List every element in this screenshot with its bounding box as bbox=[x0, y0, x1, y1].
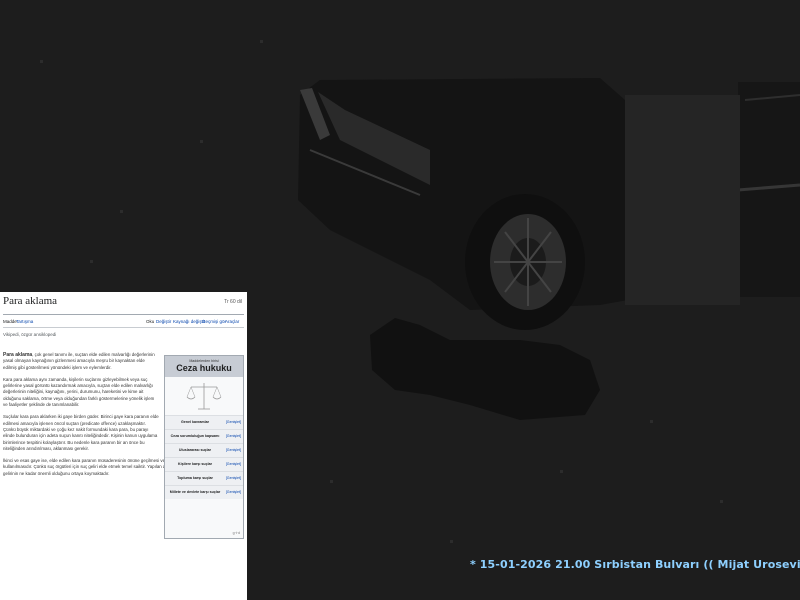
infobox-header: Maddelerden birisi Ceza hukuku bbox=[165, 356, 243, 377]
wiki-tabs: Madde Tartışma Oku Değiştir Kaynağı deği… bbox=[3, 315, 244, 328]
wiki-paragraph: Para aklama, çok genel tanımı ile, suçta… bbox=[3, 352, 155, 370]
infobox-row[interactable]: Uluslararası suçlar [Genişlet] bbox=[165, 443, 243, 457]
infobox-row[interactable]: Millete ve devlete karşı suçlar [Genişlet… bbox=[165, 485, 243, 499]
tab-araclar[interactable]: Araçlar bbox=[225, 319, 239, 324]
infobox-ceza-hukuku: Maddelerden birisi Ceza hukuku Genel kav… bbox=[164, 355, 244, 539]
wiki-language-button[interactable]: Tr 60 dil bbox=[224, 299, 242, 305]
scales-of-justice-icon bbox=[165, 377, 243, 415]
infobox-row[interactable]: Topluma karşı suçlar [Genişlet] bbox=[165, 471, 243, 485]
infobox-row[interactable]: Genel kavramlar [Genişlet] bbox=[165, 415, 243, 429]
wiki-paragraph: Suçlular kara para aklarken iki gaye bir… bbox=[3, 414, 159, 451]
infobox-row[interactable]: Ceza sorumluluğun kapsamı [Genişlet] bbox=[165, 429, 243, 443]
tab-oku[interactable]: Oku bbox=[146, 319, 154, 324]
wiki-title: Para aklama bbox=[3, 295, 58, 307]
wiki-header: Para aklama Tr 60 dil bbox=[3, 292, 244, 315]
wiki-subtitle: Vikipedi, özgür ansiklopedi bbox=[3, 332, 57, 337]
tab-kaynagi-degistir[interactable]: Kaynağı değiştir bbox=[173, 319, 205, 324]
infobox-row[interactable]: Kişilere karşı suçlar [Genişlet] bbox=[165, 457, 243, 471]
tab-degistir[interactable]: Değiştir bbox=[156, 319, 171, 324]
tab-gecmisi-gor[interactable]: Geçmişi gör bbox=[202, 319, 226, 324]
infobox-title: Ceza hukuku bbox=[176, 363, 232, 373]
infobox-footer: g·t·d bbox=[232, 531, 240, 535]
wiki-paragraph: Kara para aklama aynı zamanda, kişilerin… bbox=[3, 376, 155, 408]
lead-term: Para aklama bbox=[3, 352, 33, 358]
tab-tartisma[interactable]: Tartışma bbox=[16, 319, 33, 324]
wiki-article-body: Para aklama, çok genel tanımı ile, suçta… bbox=[3, 352, 228, 483]
wikipedia-inset: Para aklama Tr 60 dil Madde Tartışma Oku… bbox=[0, 292, 247, 600]
tab-madde[interactable]: Madde bbox=[3, 319, 17, 324]
timestamp-caption: * 15-01-2026 21.00 Sırbistan Bulvarı (( … bbox=[470, 558, 800, 571]
concrete-pillar bbox=[625, 95, 740, 305]
